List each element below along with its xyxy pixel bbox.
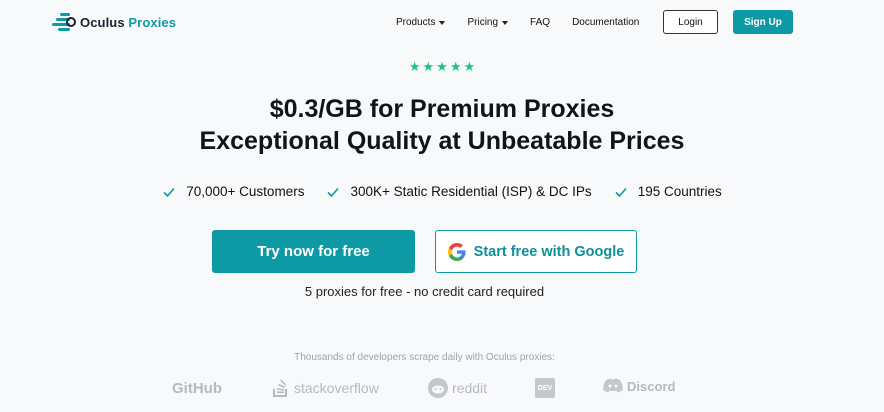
- nav-documentation-label: Documentation: [572, 16, 640, 28]
- chevron-down-icon: [502, 20, 509, 25]
- rating-stars: ★ ★ ★ ★ ★: [0, 60, 884, 74]
- feature-item: 300K+ Static Residential (ISP) & DC IPs: [326, 184, 592, 199]
- feature-list: 70,000+ Customers 300K+ Static Residenti…: [0, 184, 884, 199]
- github-logo: GitHub: [172, 380, 222, 397]
- brand-name: Discord: [627, 378, 676, 394]
- brand-name: DEV: [535, 378, 555, 398]
- chevron-down-icon: [439, 20, 446, 25]
- brand-name: reddit: [452, 380, 488, 396]
- nav-pricing-label: Pricing: [467, 16, 499, 28]
- brand-logos: GitHub stackoverflow reddit DEV Discord: [0, 376, 884, 404]
- free-proxies-note: 5 proxies for free - no credit card requ…: [304, 284, 545, 299]
- check-icon: [163, 187, 175, 197]
- logo-text-main: Oculus: [80, 14, 125, 30]
- star-icon: ★: [422, 59, 435, 74]
- reddit-icon: [428, 378, 448, 398]
- star-icon: ★: [463, 59, 476, 74]
- discord-logo: Discord: [603, 378, 675, 394]
- feature-item: 195 Countries: [614, 184, 722, 199]
- nav-pricing[interactable]: Pricing: [467, 16, 509, 28]
- logo-text-accent: Proxies: [128, 14, 177, 30]
- stackoverflow-logo: stackoverflow: [272, 378, 379, 398]
- page: Oculus Proxies Products Pricing FAQ Docu…: [0, 0, 884, 412]
- feature-label: 195 Countries: [637, 184, 722, 199]
- signup-button[interactable]: Sign Up: [733, 10, 793, 34]
- brand-name: GitHub: [172, 380, 222, 397]
- nav-faq[interactable]: FAQ: [530, 17, 550, 28]
- stackoverflow-icon: [273, 379, 287, 397]
- brand-name: stackoverflow: [294, 380, 379, 396]
- login-button[interactable]: Login: [663, 10, 718, 34]
- star-icon: ★: [449, 59, 462, 74]
- feature-label: 300K+ Static Residential (ISP) & DC IPs: [350, 184, 592, 199]
- headline-line-2: Exceptional Quality at Unbeatable Prices: [199, 127, 685, 155]
- google-icon: [447, 242, 466, 261]
- dev-logo: DEV: [535, 378, 555, 398]
- star-icon: ★: [436, 59, 448, 74]
- logo[interactable]: Oculus Proxies: [52, 12, 176, 32]
- logo-icon: [52, 13, 76, 31]
- google-signup-label: Start free with Google: [473, 243, 625, 260]
- nav-faq-label: FAQ: [530, 16, 551, 28]
- google-signup-button[interactable]: Start free with Google: [435, 230, 637, 273]
- check-icon: [327, 187, 340, 197]
- nav-documentation[interactable]: Documentation: [572, 17, 639, 28]
- discord-icon: [603, 378, 623, 393]
- try-free-button[interactable]: Try now for free: [212, 230, 415, 273]
- feature-item: 70,000+ Customers: [162, 184, 304, 199]
- logo-text: Oculus Proxies: [80, 15, 176, 30]
- feature-label: 70,000+ Customers: [186, 184, 305, 199]
- star-icon: ★: [408, 59, 421, 74]
- nav-products[interactable]: Products: [396, 16, 446, 28]
- nav-products-label: Products: [396, 16, 436, 28]
- trusted-by-caption: Thousands of developers scrape daily wit…: [294, 352, 555, 363]
- check-icon: [615, 187, 627, 197]
- main-nav: Products Pricing FAQ Documentation: [396, 10, 639, 34]
- headline-line-1: $0.3/GB for Premium Proxies: [269, 95, 615, 123]
- reddit-logo: reddit: [428, 378, 487, 398]
